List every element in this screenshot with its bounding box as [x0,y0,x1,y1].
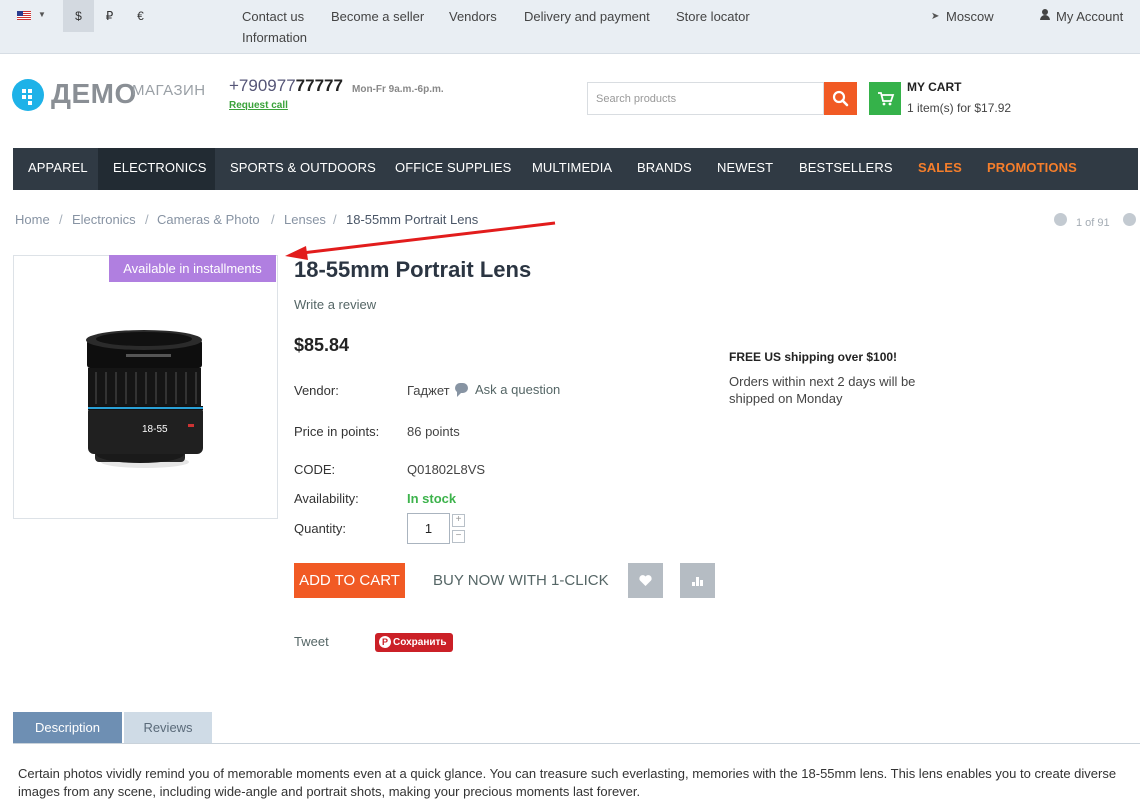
buy-one-click-button[interactable]: BUY NOW WITH 1-CLICK [433,572,609,589]
write-review-link[interactable]: Write a review [294,297,376,312]
link-store-locator[interactable]: Store locator [676,9,750,24]
add-to-cart-button[interactable]: ADD TO CART [294,563,405,598]
points-label: Price in points: [294,424,380,439]
link-become-seller[interactable]: Become a seller [331,9,424,24]
main-nav: APPAREL ELECTRONICS SPORTS & OUTDOORS OF… [13,148,1138,190]
nav-office-supplies[interactable]: OFFICE SUPPLIES [380,148,526,190]
compare-button[interactable] [680,563,715,598]
my-account-link[interactable]: My Account [1056,9,1123,24]
wishlist-button[interactable] [628,563,663,598]
breadcrumb-separator: / [145,212,149,227]
link-contact-us[interactable]: Contact us [242,9,304,24]
top-bar: ▼ $ ₽ € Contact us Become a seller Vendo… [0,0,1140,54]
nav-multimedia[interactable]: MULTIMEDIA [517,148,627,190]
pinterest-save-button[interactable]: Сохранить [375,633,453,652]
breadcrumb-home[interactable]: Home [15,212,50,227]
svg-text:18-55: 18-55 [142,424,168,435]
shipping-title: FREE US shipping over $100! [729,350,898,364]
tab-divider [13,743,1140,744]
logo-text[interactable]: ДЕМО [51,78,137,110]
breadcrumb-current: 18-55mm Portrait Lens [346,212,479,227]
tweet-button[interactable]: Tweet [294,634,329,649]
camera-lens-image: 18-55 [86,330,203,468]
request-call-link[interactable]: Request call [229,100,288,111]
link-delivery-payment[interactable]: Delivery and payment [524,9,650,24]
compare-chart-icon [692,577,703,586]
shipping-text: Orders within next 2 days will be shippe… [729,374,916,406]
availability-value: In stock [407,491,457,506]
vendor-link[interactable]: Гаджет [407,383,450,398]
nav-sales[interactable]: SALES [903,148,977,190]
nav-apparel[interactable]: APPAREL [13,148,103,190]
previous-product-icon[interactable] [1054,213,1067,226]
tab-description[interactable]: Description [13,712,122,744]
breadcrumb-electronics[interactable]: Electronics [72,212,136,227]
availability-label: Availability: [294,491,359,506]
user-icon [1039,9,1051,21]
logo-icon[interactable] [12,79,44,111]
nav-electronics[interactable]: ELECTRONICS [98,148,215,190]
search-button[interactable] [824,82,857,115]
heart-icon [639,575,652,586]
working-hours: Mon-Fr 9a.m.-6p.m. [352,84,444,95]
location-link[interactable]: Moscow [946,9,994,24]
quantity-label: Quantity: [294,521,347,536]
product-image[interactable]: 18-55 [13,255,278,519]
currency-usd[interactable]: $ [63,0,94,32]
installments-badge: Available in installments [109,255,276,282]
code-value: Q01802L8VS [407,462,486,477]
logo-subtext[interactable]: МАГАЗИН [132,82,206,99]
search-icon [832,90,849,107]
breadcrumb-lenses[interactable]: Lenses [284,212,326,227]
quantity-input[interactable] [407,513,450,544]
points-value: 86 points [407,424,460,439]
product-description: Certain photos vividly remind you of mem… [18,766,1117,799]
breadcrumb-separator: / [271,212,275,227]
vendor-label: Vendor: [294,383,339,398]
cart-title[interactable]: MY CART [907,80,961,94]
currency-rub[interactable]: ₽ [94,0,125,32]
shopping-cart-icon [878,92,895,106]
nav-newest[interactable]: NEWEST [702,148,788,190]
cart-summary[interactable]: 1 item(s) for $17.92 [907,101,1011,115]
location-arrow-icon: ➤ [931,11,940,22]
nav-promotions[interactable]: PROMOTIONS [972,148,1092,190]
tab-reviews[interactable]: Reviews [124,712,212,744]
breadcrumb-separator: / [333,212,337,227]
breadcrumb-separator: / [59,212,63,227]
next-product-icon[interactable] [1123,213,1136,226]
phone-number: +79097777777 [229,76,343,95]
nav-sports-outdoors[interactable]: SPORTS & OUTDOORS [215,148,391,190]
breadcrumb-cameras-photo[interactable]: Cameras & Photo [157,212,260,227]
link-vendors[interactable]: Vendors [449,9,497,24]
chat-bubble-icon[interactable] [455,383,468,397]
ask-question-link[interactable]: Ask a question [475,382,560,397]
search-input[interactable] [587,82,824,115]
quantity-increase-icon[interactable]: + [452,514,465,527]
nav-bestsellers[interactable]: BESTSELLERS [784,148,908,190]
currency-eur[interactable]: € [125,0,156,32]
nav-brands[interactable]: BRANDS [622,148,707,190]
quantity-decrease-icon[interactable]: − [452,530,465,543]
product-price: $85.84 [294,335,350,355]
product-pager: 1 of 91 [1076,217,1110,229]
us-flag-icon[interactable] [17,11,31,20]
chevron-down-icon[interactable]: ▼ [38,10,46,19]
cart-button[interactable] [869,82,901,115]
product-title: 18-55mm Portrait Lens [294,257,532,282]
link-information[interactable]: Information [242,30,307,45]
code-label: CODE: [294,462,336,477]
